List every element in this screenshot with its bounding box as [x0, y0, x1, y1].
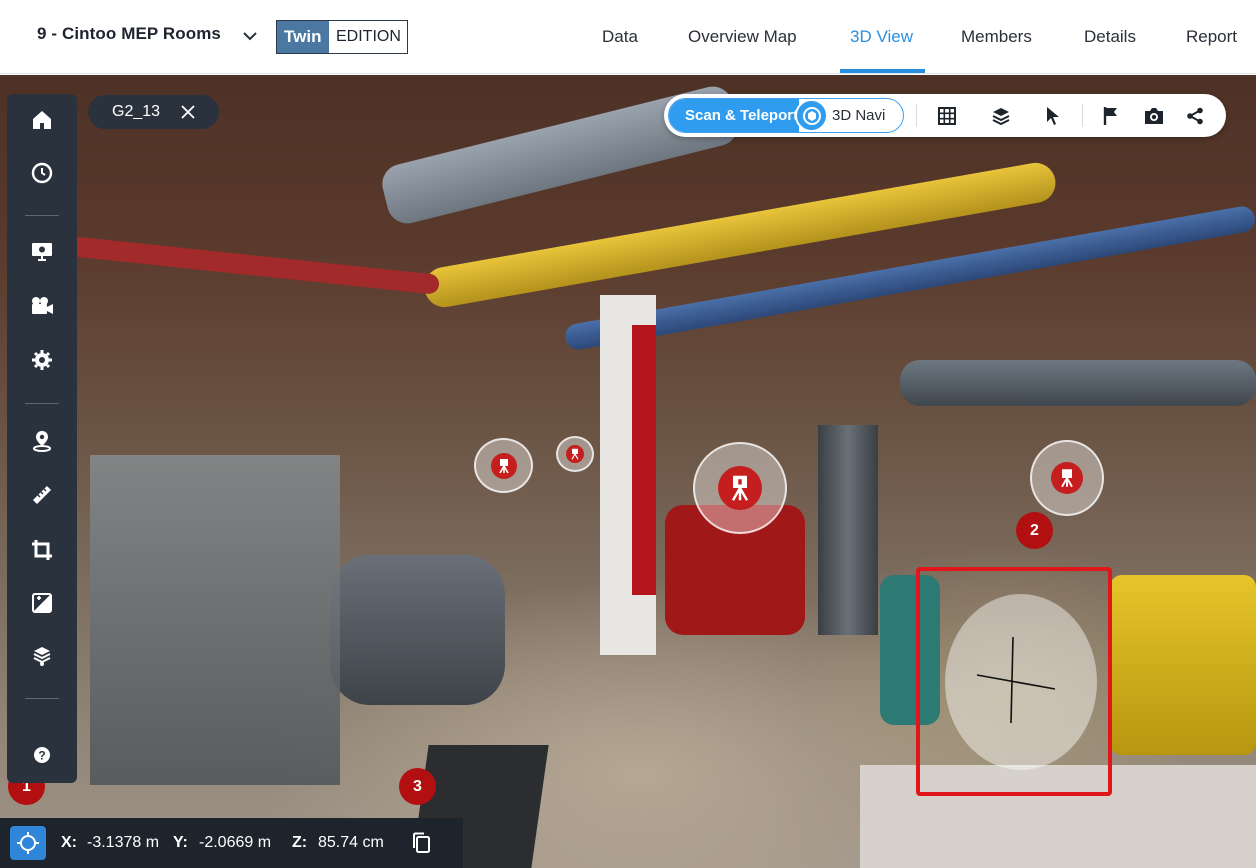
tripod-scanner-icon — [1061, 469, 1073, 488]
3d-navi-icon — [802, 106, 821, 125]
pipe-gray-right — [900, 360, 1256, 406]
z-value: 85.74 cm — [318, 834, 384, 851]
settings-button[interactable] — [27, 345, 57, 375]
machinery-left — [90, 455, 340, 785]
tab-3d-view[interactable]: 3D View — [850, 0, 913, 74]
3d-navi-mode[interactable]: 3D Navi — [832, 99, 885, 132]
help-button[interactable]: ? — [27, 740, 57, 770]
scan-teleport-mode[interactable]: Scan & Teleport — [669, 99, 799, 132]
toolbar-divider — [1082, 104, 1083, 127]
scan-point[interactable] — [556, 436, 594, 472]
red-pipe-vertical — [632, 325, 656, 595]
gray-tank — [330, 555, 505, 705]
toolbar-divider — [916, 104, 917, 127]
y-value: -2.0669 m — [199, 834, 272, 851]
mode-switch-knob[interactable] — [795, 99, 828, 132]
coordinates-bar: X: -3.1378 m Y: -2.0669 m Z: 85.74 cm — [0, 818, 463, 868]
select-button[interactable] — [1042, 105, 1064, 127]
screenshot-button[interactable] — [1143, 105, 1165, 127]
tab-members[interactable]: Members — [961, 0, 1032, 74]
grid-icon — [938, 107, 956, 125]
tab-report[interactable]: Report — [1186, 0, 1237, 74]
tripod-scanner-icon — [571, 448, 579, 460]
highlight-box-cursor — [916, 567, 1112, 796]
active-tab-indicator — [840, 69, 925, 73]
help-icon: ? — [34, 747, 50, 763]
chevron-down-icon[interactable] — [242, 28, 258, 44]
locate-button[interactable] — [10, 826, 46, 860]
measure-button[interactable] — [27, 480, 57, 510]
x-value: -3.1378 m — [87, 834, 160, 851]
viewer-toolbar: Scan & Teleport 3D Navi — [664, 94, 1226, 137]
scan-name-label: G2_13 — [112, 103, 161, 120]
pointer-icon — [1047, 107, 1059, 125]
home-icon — [33, 111, 51, 129]
location-pin-icon — [33, 431, 51, 452]
scan-point[interactable] — [1030, 440, 1104, 516]
location-button[interactable] — [27, 426, 57, 456]
crop-icon — [32, 540, 52, 560]
layers-button[interactable] — [990, 105, 1012, 127]
sidebar-divider — [25, 215, 59, 216]
tripod-scanner-icon — [731, 475, 749, 501]
y-label: Y: — [173, 834, 188, 851]
share-icon — [1187, 107, 1203, 125]
flag-icon — [1103, 107, 1117, 125]
sidebar-divider — [25, 403, 59, 404]
callout-badge-2: 2 — [1016, 512, 1053, 549]
gear-icon — [32, 350, 52, 370]
video-button[interactable] — [27, 291, 57, 321]
tab-data[interactable]: Data — [602, 0, 638, 74]
video-camera-icon — [32, 297, 53, 314]
tripod-scanner-icon — [498, 458, 509, 473]
home-button[interactable] — [27, 105, 57, 135]
share-button[interactable] — [1184, 105, 1206, 127]
presentation-icon — [32, 243, 52, 261]
project-name[interactable]: 9 - Cintoo MEP Rooms — [37, 24, 221, 44]
model-icon — [33, 647, 51, 666]
gray-valve — [818, 425, 878, 635]
edition-label: EDITION — [329, 21, 407, 53]
compare-icon — [32, 593, 52, 613]
close-icon[interactable] — [180, 104, 196, 120]
crosshair-target-icon — [17, 832, 39, 854]
z-label: Z: — [292, 834, 308, 851]
grid-button[interactable] — [936, 105, 958, 127]
yellow-motor — [1110, 575, 1256, 755]
scan-point[interactable] — [474, 438, 533, 493]
ruler-icon — [33, 486, 51, 504]
top-navigation-bar: 9 - Cintoo MEP Rooms Twin EDITION Data O… — [0, 0, 1256, 74]
crop-button[interactable] — [27, 535, 57, 565]
presentation-button[interactable] — [27, 237, 57, 267]
tab-details[interactable]: Details — [1084, 0, 1136, 74]
tab-overview-map[interactable]: Overview Map — [688, 0, 797, 74]
edition-twin: Twin — [277, 21, 329, 53]
pipe-red — [59, 235, 441, 295]
layers-icon — [992, 108, 1010, 126]
sidebar-divider — [25, 698, 59, 699]
callout-badge-3: 3 — [399, 768, 436, 805]
left-sidebar: ? — [7, 94, 77, 783]
clock-icon — [31, 162, 53, 184]
history-button[interactable] — [27, 158, 57, 188]
edition-badge: Twin EDITION — [276, 20, 408, 54]
copy-icon — [413, 832, 430, 853]
model-button[interactable] — [27, 641, 57, 671]
svg-text:?: ? — [38, 749, 45, 763]
camera-icon — [1145, 108, 1163, 124]
navigation-mode-toggle[interactable]: Scan & Teleport 3D Navi — [668, 98, 904, 133]
flag-button[interactable] — [1100, 105, 1122, 127]
scan-point-current[interactable] — [693, 442, 787, 534]
compare-button[interactable] — [27, 588, 57, 618]
x-label: X: — [61, 834, 77, 851]
copy-coordinates-button[interactable] — [404, 826, 438, 860]
scan-name-chip: G2_13 — [88, 95, 219, 129]
